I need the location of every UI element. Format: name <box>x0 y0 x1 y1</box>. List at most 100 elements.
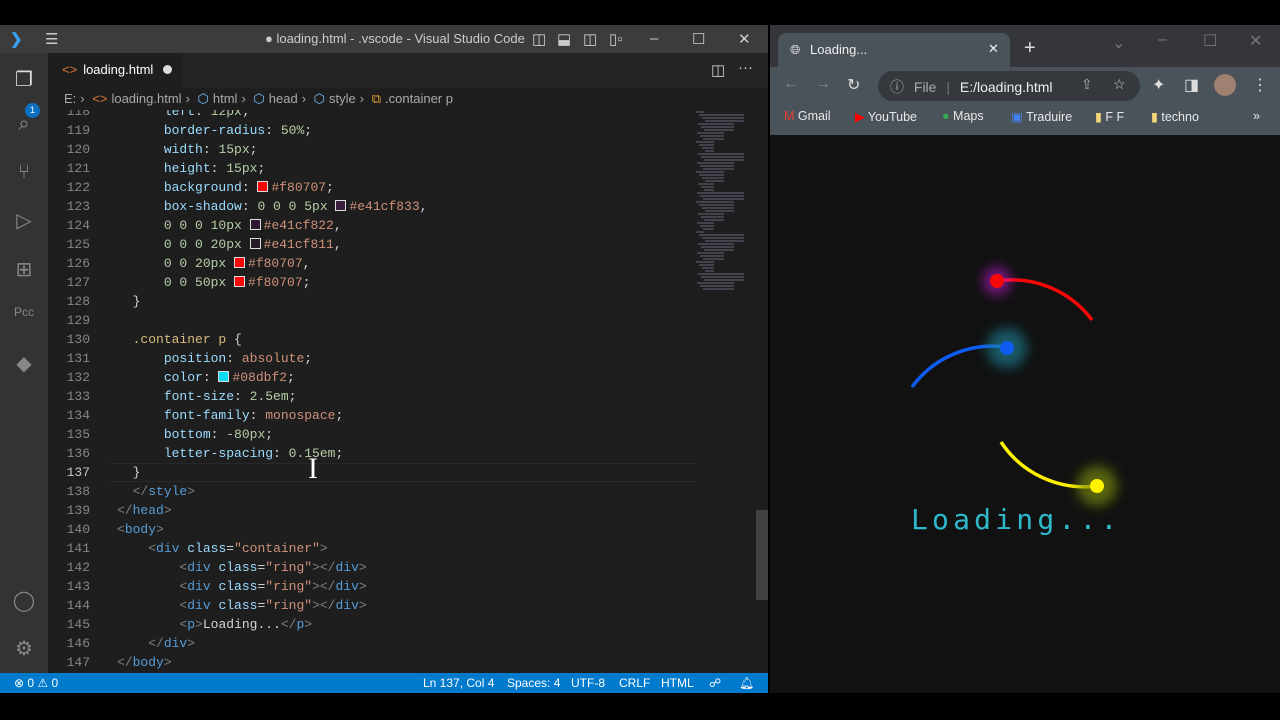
maximize-icon[interactable]: ☐ <box>1203 31 1217 51</box>
code-line[interactable]: bottom: -80px; <box>117 427 273 442</box>
encoding[interactable]: UTF-8 <box>571 676 605 690</box>
tab-search-icon[interactable]: ⌄ <box>1112 33 1125 53</box>
breadcrumb-head[interactable]: head <box>269 91 298 106</box>
unsaved-dot-icon[interactable] <box>163 65 173 74</box>
extensions-puzzle-icon[interactable]: ✦ <box>1152 75 1165 95</box>
code-line[interactable]: 0 0 50px #f80707; <box>117 275 311 290</box>
code-line[interactable]: .container p { <box>117 332 242 347</box>
more-bookmarks-icon[interactable]: » <box>1253 109 1260 123</box>
color-swatch[interactable] <box>249 238 261 249</box>
code-editor[interactable]: 118 left: 12px; 119 border-radius: 50%; 12… <box>48 110 696 673</box>
breadcrumb-html[interactable]: html <box>213 91 238 106</box>
toggle-sidebar-icon[interactable]: ◫ <box>532 30 546 48</box>
back-icon[interactable]: ← <box>783 75 799 93</box>
bookmark-folder-techno[interactable]: ▮ techno <box>1151 109 1199 124</box>
bookmark-star-icon[interactable]: ☆ <box>1113 76 1126 93</box>
code-line[interactable]: <body> <box>117 522 164 537</box>
code-line[interactable]: border-radius: 50%; <box>117 123 312 138</box>
bookmark-gmail[interactable]: M Gmail <box>784 109 831 123</box>
code-line[interactable]: </body> <box>117 655 172 670</box>
breadcrumb-style[interactable]: style <box>329 91 356 106</box>
breadcrumb-selector[interactable]: .container p <box>385 91 453 106</box>
info-icon[interactable]: ⓘ <box>890 79 904 95</box>
code-line[interactable]: <div class="ring"></div> <box>117 560 366 575</box>
problems-indicator[interactable]: ⊗ 0 ⚠ 0 <box>14 676 58 690</box>
settings-gear-icon[interactable]: ⚙ <box>12 636 36 660</box>
breadcrumb-file[interactable]: loading.html <box>111 91 181 106</box>
toggle-secondary-sidebar-icon[interactable]: ◫ <box>583 30 597 48</box>
close-icon[interactable]: ✕ <box>1249 31 1262 51</box>
code-line[interactable]: 0 0 0 10px #e41cf822, <box>117 218 342 233</box>
code-line[interactable]: } <box>117 294 141 309</box>
minimap[interactable] <box>696 110 756 310</box>
cursor-position[interactable]: Ln 137, Col 4 <box>423 676 494 690</box>
bookmark-maps[interactable]: ● Maps <box>942 109 984 123</box>
code-line[interactable]: <div class="container"> <box>117 541 327 556</box>
color-swatch[interactable] <box>234 276 246 287</box>
code-line[interactable]: 0 0 0 20px #e41cf811, <box>117 237 342 252</box>
code-line[interactable]: position: absolute; <box>117 351 312 366</box>
bookmark-youtube[interactable]: ▶ YouTube <box>855 109 917 124</box>
minimize-icon[interactable]: – <box>1158 31 1167 49</box>
code-line[interactable]: } <box>117 465 141 480</box>
code-line[interactable]: <div class="ring"></div> <box>117 579 366 594</box>
editor-scrollbar[interactable] <box>756 110 768 673</box>
bookmark-traduire[interactable]: ▣ Traduire <box>1011 109 1072 124</box>
color-swatch[interactable] <box>218 371 230 382</box>
bookmark-folder-ff[interactable]: ▮ F F <box>1095 109 1124 124</box>
indentation[interactable]: Spaces: 4 <box>507 676 560 690</box>
color-swatch[interactable] <box>249 219 261 230</box>
source-control-icon[interactable]: ⑂ <box>12 161 36 185</box>
color-swatch[interactable] <box>234 257 246 268</box>
python-icon[interactable]: ◆ <box>12 351 36 375</box>
code-line[interactable]: height: 15px; <box>117 161 265 176</box>
code-line[interactable]: </div> <box>117 636 195 651</box>
color-swatch[interactable] <box>257 181 269 192</box>
minimize-icon[interactable]: – <box>650 30 658 47</box>
explorer-icon[interactable]: ❐ <box>12 67 36 91</box>
tab-loading-html[interactable]: <> loading.html <box>48 53 183 88</box>
line-ending[interactable]: CRLF <box>619 676 650 690</box>
forward-icon[interactable]: → <box>815 75 831 93</box>
maximize-icon[interactable]: ☐ <box>692 30 705 48</box>
account-icon[interactable]: ◯ <box>12 588 36 612</box>
code-line[interactable]: </style> <box>117 484 195 499</box>
more-actions-icon[interactable]: ··· <box>738 59 753 76</box>
notifications-bell-icon[interactable]: 🔔︎ <box>739 676 754 690</box>
browser-tab[interactable]: 🌐︎ Loading... ✕ <box>778 33 1010 67</box>
toggle-panel-icon[interactable]: ⬓ <box>557 30 571 48</box>
extensions-icon[interactable]: ⊞ <box>12 257 36 281</box>
code-line[interactable]: </head> <box>117 503 172 518</box>
tab-close-icon[interactable]: ✕ <box>988 41 999 57</box>
address-bar[interactable]: ⓘ File | E:/loading.html ⇪ ☆ <box>878 71 1140 101</box>
code-line[interactable]: color: #08dbf2; <box>117 370 295 385</box>
code-line[interactable]: <p>Loading...</p> <box>117 617 312 632</box>
close-icon[interactable]: ✕ <box>738 30 751 48</box>
code-line[interactable]: font-size: 2.5em; <box>117 389 297 404</box>
new-tab-icon[interactable]: + <box>1024 37 1036 60</box>
code-line[interactable]: 0 0 20px #f80707, <box>117 256 311 271</box>
profile-avatar[interactable] <box>1214 74 1236 96</box>
code-line[interactable]: <div class="ring"></div> <box>117 598 366 613</box>
remote-icon[interactable]: Pcc <box>12 305 36 329</box>
menu-icon[interactable]: ☰ <box>45 30 58 48</box>
code-line[interactable]: background: #f80707; <box>117 180 334 195</box>
language-mode[interactable]: HTML <box>661 676 694 690</box>
customize-layout-icon[interactable]: ▯▫ <box>609 30 623 48</box>
feedback-icon[interactable]: ☍ <box>709 676 721 690</box>
scrollbar-thumb[interactable] <box>756 510 768 600</box>
url-text[interactable]: E:/loading.html <box>960 79 1053 95</box>
side-panel-icon[interactable]: ◨ <box>1184 75 1199 95</box>
code-line[interactable]: font-family: monospace; <box>117 408 343 423</box>
reload-icon[interactable]: ↻ <box>847 75 860 95</box>
breadcrumb-drive[interactable]: E: <box>64 91 76 106</box>
search-icon[interactable]: ⌕ <box>12 113 36 137</box>
color-swatch[interactable] <box>335 200 347 211</box>
run-debug-icon[interactable]: ▷ <box>12 208 36 232</box>
chrome-menu-icon[interactable]: ⋮ <box>1252 75 1268 95</box>
code-line[interactable]: width: 15px; <box>117 142 258 157</box>
share-icon[interactable]: ⇪ <box>1081 76 1093 93</box>
code-line[interactable]: box-shadow: 0 0 0 5px #e41cf833, <box>117 199 428 214</box>
split-editor-icon[interactable]: ◫ <box>711 61 725 79</box>
code-line[interactable]: left: 12px; <box>117 110 250 119</box>
